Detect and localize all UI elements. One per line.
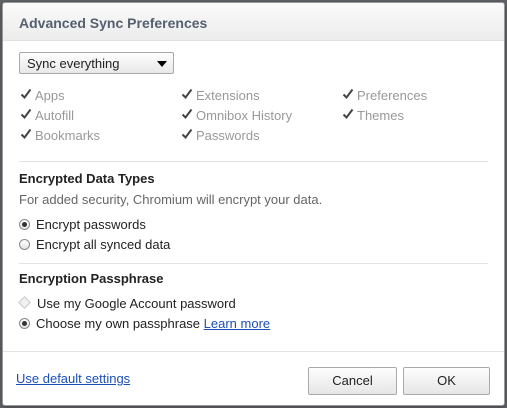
radio-encrypt-passwords[interactable]: Encrypt passwords (19, 217, 146, 235)
checkbox-label: Bookmarks (35, 128, 101, 143)
checkbox-label: Preferences (357, 88, 428, 103)
checkbox-preferences[interactable]: Preferences (342, 88, 427, 106)
checkbox-label: Omnibox History (196, 108, 293, 123)
encryption-description: For added security, Chromium will encryp… (19, 192, 323, 207)
checkbox-label: Apps (35, 88, 65, 103)
checkbox-themes[interactable]: Themes (342, 108, 404, 126)
checkmark-icon (181, 108, 193, 121)
use-default-settings-link[interactable]: Use default settings (16, 371, 130, 386)
ok-button[interactable]: OK (403, 367, 490, 395)
advanced-sync-dialog: Advanced Sync Preferences Sync everythin… (2, 2, 505, 406)
checkmark-icon (20, 128, 32, 141)
radio-selected-icon (19, 219, 30, 231)
checkbox-label: Extensions (196, 88, 260, 103)
checkbox-autofill[interactable]: Autofill (20, 108, 74, 126)
encrypted-data-types-heading: Encrypted Data Types (19, 171, 155, 186)
checkbox-passwords[interactable]: Passwords (181, 128, 260, 146)
learn-more-link[interactable]: Learn more (204, 316, 270, 331)
checkmark-icon (181, 128, 193, 141)
checkmark-icon (20, 108, 32, 121)
radio-encrypt-all[interactable]: Encrypt all synced data (19, 237, 170, 255)
checkbox-bookmarks[interactable]: Bookmarks (20, 128, 100, 146)
checkmark-icon (342, 108, 354, 121)
radio-label: Use my Google Account password (37, 296, 236, 311)
radio-disabled-icon (18, 296, 31, 309)
sync-mode-select[interactable]: Sync everything (19, 52, 174, 74)
dropdown-arrow-icon (157, 61, 167, 67)
radio-selected-icon (19, 318, 30, 330)
footer-divider (3, 351, 504, 352)
radio-use-google-password[interactable]: Use my Google Account password (18, 296, 236, 314)
divider (19, 161, 488, 162)
checkbox-apps[interactable]: Apps (20, 88, 65, 106)
radio-unselected-icon (19, 239, 30, 251)
cancel-button[interactable]: Cancel (308, 367, 397, 395)
checkmark-icon (20, 88, 32, 101)
radio-label: Encrypt passwords (36, 217, 146, 232)
radio-label: Encrypt all synced data (36, 237, 171, 252)
checkbox-label: Passwords (196, 128, 260, 143)
checkmark-icon (181, 88, 193, 101)
checkbox-extensions[interactable]: Extensions (181, 88, 260, 106)
radio-label: Choose my own passphrase (36, 316, 201, 331)
dialog-header: Advanced Sync Preferences (3, 3, 504, 41)
dialog-title: Advanced Sync Preferences (19, 15, 208, 31)
checkbox-label: Themes (357, 108, 404, 123)
checkbox-omnibox-history[interactable]: Omnibox History (181, 108, 292, 126)
encryption-passphrase-heading: Encryption Passphrase (19, 271, 164, 286)
checkmark-icon (342, 88, 354, 101)
divider (19, 263, 488, 264)
checkbox-label: Autofill (35, 108, 75, 123)
radio-own-passphrase[interactable]: Choose my own passphrase Learn more (19, 316, 270, 334)
sync-mode-value: Sync everything (27, 56, 120, 71)
